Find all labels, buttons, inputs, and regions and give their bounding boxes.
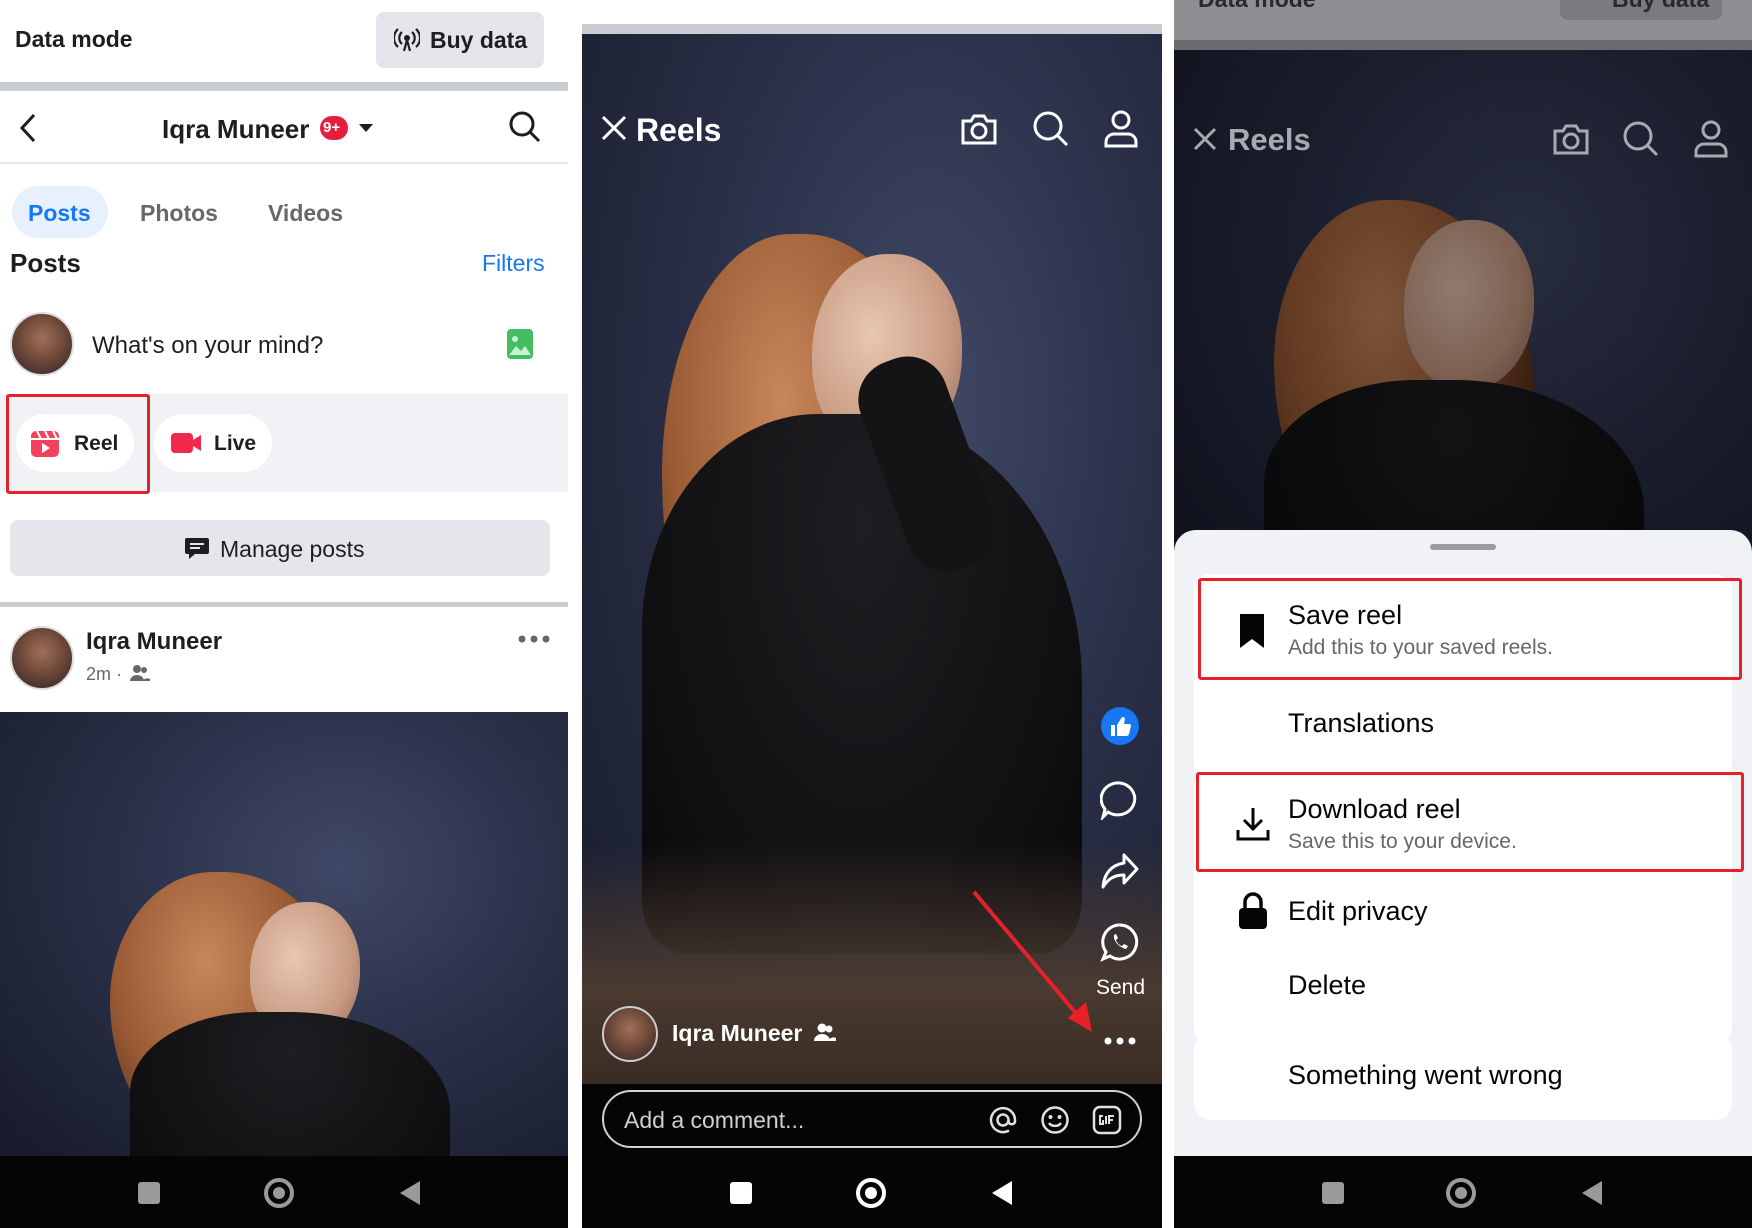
reel-options-panel: Data mode Buy data Reels Save reel Add t… xyxy=(1174,0,1752,1228)
tab-label: Posts xyxy=(28,200,91,226)
emoji-icon[interactable] xyxy=(1040,1105,1070,1135)
android-nav-bar xyxy=(0,1156,568,1228)
whatsapp-icon[interactable] xyxy=(1100,922,1140,962)
tab-videos[interactable]: Videos xyxy=(268,200,343,227)
home-button[interactable] xyxy=(264,1178,294,1208)
menu-item-edit-privacy[interactable]: Edit privacy xyxy=(1194,880,1732,956)
data-mode-label: Data mode xyxy=(1198,0,1316,13)
recent-apps-button[interactable] xyxy=(730,1182,752,1204)
avatar[interactable] xyxy=(10,312,74,376)
back-button[interactable] xyxy=(1580,1180,1604,1206)
friends-icon xyxy=(814,1023,836,1041)
post-time: 2m · xyxy=(86,664,122,684)
reel-viewer-panel: Reels Send Iqra Muneer Add a comment... xyxy=(582,0,1162,1228)
annotation-arrow xyxy=(972,890,1092,1032)
profile-icon[interactable] xyxy=(1104,110,1138,148)
post-photo[interactable] xyxy=(0,712,568,1156)
post-avatar[interactable] xyxy=(10,626,74,690)
gif-icon[interactable] xyxy=(1092,1105,1122,1135)
buy-data-label: Buy data xyxy=(1612,0,1709,13)
error-label: Something went wrong xyxy=(1288,1060,1563,1090)
share-icon[interactable] xyxy=(1100,852,1140,890)
top-strip-edge xyxy=(1174,40,1752,50)
more-icon[interactable] xyxy=(518,634,550,644)
top-strip: Data mode Buy data xyxy=(1174,0,1752,44)
search-icon[interactable] xyxy=(1622,120,1660,158)
friends-icon xyxy=(130,665,150,681)
badge-count: 9+ xyxy=(323,119,341,136)
home-button[interactable] xyxy=(1446,1178,1476,1208)
back-button[interactable] xyxy=(398,1180,422,1206)
notification-badge: 9+ xyxy=(320,116,348,140)
translations-label: Translations xyxy=(1288,708,1435,738)
broadcast-icon xyxy=(394,28,420,52)
android-nav-bar xyxy=(1174,1156,1752,1228)
search-icon[interactable] xyxy=(508,110,542,144)
data-mode-label: Data mode xyxy=(15,26,133,52)
recent-apps-button[interactable] xyxy=(1322,1182,1344,1204)
search-icon[interactable] xyxy=(1032,110,1070,148)
profile-icon[interactable] xyxy=(1694,120,1728,158)
reels-title: Reels xyxy=(636,112,722,148)
more-icon[interactable] xyxy=(1104,1036,1136,1046)
comment-icon[interactable] xyxy=(1100,780,1140,820)
live-icon xyxy=(171,433,201,453)
reel-author[interactable]: Iqra Muneer xyxy=(672,1020,802,1047)
top-strip-edge xyxy=(582,24,1162,34)
highlight-box xyxy=(1196,772,1744,872)
highlight-box xyxy=(1198,578,1742,680)
manage-icon xyxy=(185,538,209,559)
recent-apps-button[interactable] xyxy=(138,1182,160,1204)
menu-item-delete[interactable]: Delete xyxy=(1194,956,1732,1032)
filters-link[interactable]: Filters xyxy=(482,254,545,277)
close-icon[interactable] xyxy=(600,114,628,142)
post-author[interactable]: Iqra Muneer xyxy=(86,628,222,656)
composer-input[interactable]: What's on your mind? xyxy=(92,332,323,360)
options-sheet: Save reel Add this to your saved reels. … xyxy=(1174,530,1752,1160)
section-title: Posts xyxy=(10,254,81,278)
close-icon[interactable] xyxy=(1192,126,1218,152)
section-header: Posts Filters xyxy=(0,254,568,278)
highlight-box xyxy=(6,394,150,494)
at-icon[interactable] xyxy=(988,1105,1018,1135)
live-chip[interactable]: Live xyxy=(154,414,272,472)
buy-data-label: Buy data xyxy=(430,27,528,53)
manage-posts-button[interactable]: Manage posts xyxy=(10,520,550,576)
divider xyxy=(0,162,568,164)
comment-placeholder: Add a comment... xyxy=(624,1107,805,1133)
camera-icon[interactable] xyxy=(960,112,998,146)
delete-label: Delete xyxy=(1288,970,1367,1000)
divider xyxy=(0,602,568,607)
menu-item-error[interactable]: Something went wrong xyxy=(1194,1034,1732,1120)
like-icon[interactable] xyxy=(1100,706,1140,746)
comment-input[interactable]: Add a comment... xyxy=(602,1090,1142,1148)
android-nav-bar xyxy=(582,1156,1162,1228)
divider xyxy=(0,82,568,91)
back-arrow-icon[interactable] xyxy=(18,112,40,144)
reels-title: Reels xyxy=(1228,122,1311,157)
manage-posts-label: Manage posts xyxy=(220,536,365,562)
profile-panel: Data mode Buy data Iqra Muneer 9+ Posts … xyxy=(0,0,568,1228)
home-button[interactable] xyxy=(856,1178,886,1208)
menu-item-translations[interactable]: Translations xyxy=(1194,688,1732,768)
buy-data-button[interactable]: Buy data xyxy=(1560,0,1722,20)
lock-icon xyxy=(1239,892,1267,929)
camera-icon[interactable] xyxy=(1552,122,1590,156)
sheet-handle[interactable] xyxy=(1430,544,1496,550)
back-button[interactable] xyxy=(990,1180,1014,1206)
live-chip-label: Live xyxy=(214,432,257,455)
edit-privacy-label: Edit privacy xyxy=(1288,896,1428,926)
tab-posts[interactable]: Posts xyxy=(12,186,108,238)
chevron-down-icon[interactable] xyxy=(358,122,374,134)
data-mode-bar: Data mode Buy data xyxy=(0,0,568,80)
profile-name[interactable]: Iqra Muneer xyxy=(162,114,309,145)
tab-photos[interactable]: Photos xyxy=(140,200,218,227)
buy-data-button[interactable]: Buy data xyxy=(376,12,544,68)
author-avatar[interactable] xyxy=(602,1006,658,1062)
image-icon[interactable] xyxy=(506,328,534,360)
send-label: Send xyxy=(1096,976,1146,999)
